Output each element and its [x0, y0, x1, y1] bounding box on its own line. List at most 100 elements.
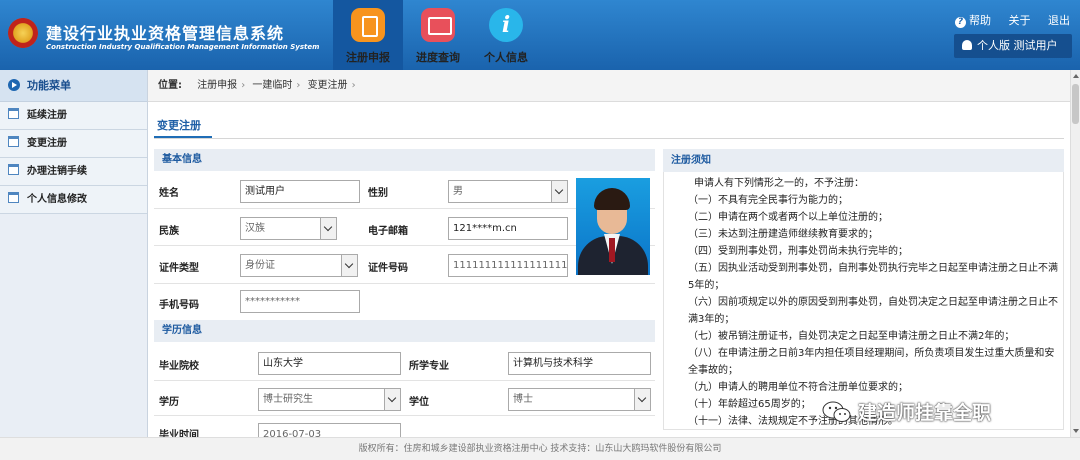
phone-field[interactable]: ***********: [240, 290, 360, 313]
calendar-icon: [8, 136, 19, 147]
sidebar-item-renewal[interactable]: 延续注册: [0, 102, 147, 130]
section-basic-info: 基本信息: [154, 149, 655, 171]
scroll-down-icon[interactable]: [1073, 429, 1079, 433]
school-field[interactable]: 山东大学: [258, 352, 401, 375]
idtype-select[interactable]: 身份证: [240, 254, 358, 277]
name-label: 姓名: [159, 188, 179, 199]
notice-line: （三）未达到注册建造师继续教育要求的；: [688, 229, 878, 240]
avatar-photo: [576, 178, 650, 275]
calendar-icon: [8, 164, 19, 175]
help-link[interactable]: ? 帮助: [955, 14, 991, 28]
chevron-right-icon: ›: [296, 80, 301, 91]
breadcrumb-item[interactable]: 一建临时: [252, 80, 292, 91]
notice-line: （二）申请在两个或者两个以上单位注册的；: [688, 212, 888, 223]
calendar-icon: [8, 108, 19, 119]
sidebar-item-label: 个人信息修改: [27, 194, 87, 205]
major-field[interactable]: 计算机与技术科学: [508, 352, 651, 375]
scroll-thumb[interactable]: [1072, 84, 1079, 124]
notice-line: （七）被吊销注册证书，自处罚决定之日起至申请注册之日止不满2年的；: [688, 331, 1015, 342]
divider: [154, 138, 1064, 139]
academic-degree-value: 博士: [513, 394, 533, 405]
gender-value: 男: [453, 186, 463, 197]
question-icon: ?: [955, 17, 966, 28]
nav-tab-progress[interactable]: 进度查询: [403, 0, 473, 70]
top-links: ? 帮助 关于 退出: [941, 12, 1070, 28]
ethnic-value: 汉族: [245, 223, 265, 234]
idno-label: 证件号码: [368, 263, 408, 274]
academic-degree-select[interactable]: 博士: [508, 388, 651, 411]
ethnic-label: 民族: [159, 226, 179, 237]
wechat-icon: [822, 401, 851, 422]
degree-label: 学历: [159, 397, 179, 408]
nav-tab-label: 进度查询: [416, 51, 460, 64]
user-box[interactable]: 个人版 测试用户: [954, 34, 1072, 58]
watermark-text: 建造师挂靠全职: [858, 402, 992, 424]
national-emblem-icon: [8, 18, 38, 48]
footer: 版权所有：住房和城乡建设部执业资格注册中心 技术支持：山东山大鸥玛软件股份有限公…: [0, 437, 1080, 460]
nav-tab-register[interactable]: 注册申报: [333, 0, 403, 70]
notice-line: （五）因执业活动受到刑事处罚，自刑事处罚执行完毕之日起至申请注册之日止不满5年的…: [688, 263, 1058, 291]
exit-link[interactable]: 退出: [1048, 14, 1070, 27]
email-field[interactable]: 121****m.cn: [448, 217, 568, 240]
idno-field[interactable]: 1111111111111111111: [448, 254, 568, 277]
chevron-down-icon: [634, 389, 650, 410]
sidebar-item-change[interactable]: 变更注册: [0, 130, 147, 158]
chevron-down-icon: [341, 255, 357, 276]
chevron-right-icon: ›: [241, 80, 246, 91]
breadcrumb-item[interactable]: 注册申报: [197, 80, 237, 91]
notice-line: （四）受到刑事处罚，刑事处罚尚未执行完毕的；: [688, 246, 908, 257]
idtype-value: 身份证: [245, 260, 275, 271]
nav-tab-label: 个人信息: [484, 51, 528, 64]
major-label: 所学专业: [409, 361, 449, 372]
notice-line: 申请人有下列情形之一的，不予注册：: [694, 178, 864, 189]
phone-label: 手机号码: [159, 300, 199, 311]
sidebar-item-label: 延续注册: [27, 110, 67, 121]
chevron-down-icon: [551, 181, 567, 202]
divider: [154, 380, 655, 381]
app-title: 建设行业执业资格管理信息系统: [46, 24, 285, 43]
user-label: 个人版 测试用户: [977, 39, 1058, 52]
gender-label: 性别: [368, 188, 388, 199]
graduation-field[interactable]: 2016-07-03: [258, 423, 401, 437]
sidebar-title: 功能菜单: [27, 79, 71, 92]
graduation-label: 毕业时间: [159, 430, 199, 437]
app-title-english: Construction Industry Qualification Mana…: [46, 43, 320, 51]
vertical-scrollbar[interactable]: [1070, 70, 1080, 437]
degree-select[interactable]: 博士研究生: [258, 388, 401, 411]
breadcrumb-item[interactable]: 变更注册: [308, 80, 348, 91]
ethnic-select[interactable]: 汉族: [240, 217, 337, 240]
sidebar-item-cancel[interactable]: 办理注销手续: [0, 158, 147, 186]
breadcrumb: 位置: 注册申报 › 一建临时 › 变更注册 ›: [148, 70, 1070, 102]
notice-body: 申请人有下列情形之一的，不予注册： （一）不具有完全民事行为能力的； （二）申请…: [670, 175, 1060, 430]
divider: [154, 283, 655, 284]
user-icon: [962, 40, 972, 50]
chevron-down-icon: [320, 218, 336, 239]
calendar-icon: [8, 192, 19, 203]
gender-select[interactable]: 男: [448, 180, 568, 203]
notice-line: （八）在申请注册之日前3年内担任项目经理期间，所负责项目发生过重大质量和安全事故…: [688, 348, 1055, 376]
chevron-right-icon: ›: [351, 80, 356, 91]
sidebar-item-label: 办理注销手续: [27, 166, 87, 177]
play-circle-icon: [8, 79, 20, 91]
notice-line: （九）申请人的聘用单位不符合注册单位要求的；: [688, 382, 908, 393]
app-header: 建设行业执业资格管理信息系统 Construction Industry Qua…: [0, 0, 1080, 70]
tab-change-registration[interactable]: 变更注册: [157, 117, 201, 133]
document-icon: [351, 8, 385, 42]
name-field[interactable]: 测试用户: [240, 180, 360, 203]
school-label: 毕业院校: [159, 361, 199, 372]
notice-line: （一）不具有完全民事行为能力的；: [688, 195, 848, 206]
sidebar-header[interactable]: 功能菜单: [0, 70, 147, 102]
academic-degree-label: 学位: [409, 397, 429, 408]
monitor-icon: [421, 8, 455, 42]
scroll-up-icon[interactable]: [1073, 74, 1079, 78]
section-education-info: 学历信息: [154, 320, 655, 342]
notice-title: 注册须知: [663, 149, 1064, 172]
nav-tab-personal[interactable]: i 个人信息: [471, 0, 541, 70]
nav-tab-label: 注册申报: [346, 51, 390, 64]
email-label: 电子邮箱: [368, 226, 408, 237]
degree-value: 博士研究生: [263, 394, 313, 405]
sidebar-item-profile[interactable]: 个人信息修改: [0, 186, 147, 214]
about-link[interactable]: 关于: [1009, 14, 1031, 27]
idtype-label: 证件类型: [159, 263, 199, 274]
chevron-down-icon: [384, 389, 400, 410]
